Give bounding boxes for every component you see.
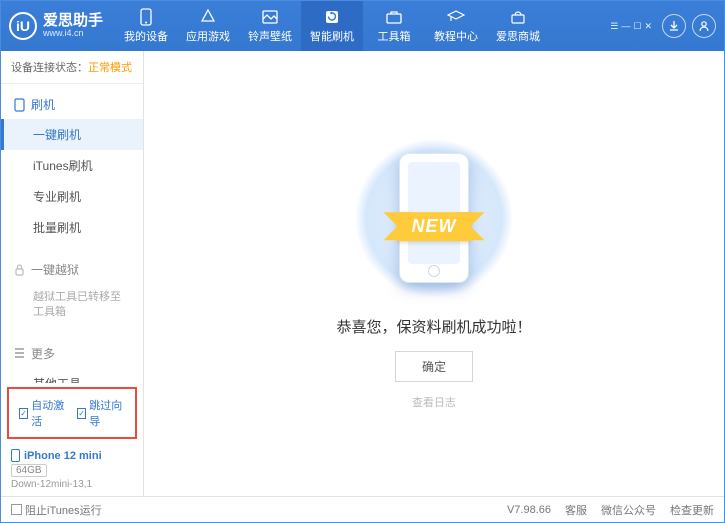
ok-button[interactable]: 确定 bbox=[395, 351, 473, 382]
lock-icon bbox=[13, 264, 25, 276]
nav-apps[interactable]: 应用游戏 bbox=[177, 1, 239, 51]
app-url: www.i4.cn bbox=[43, 29, 103, 39]
refresh-icon bbox=[323, 8, 341, 26]
nav-ringtone[interactable]: 铃声壁纸 bbox=[239, 1, 301, 51]
new-ribbon: NEW bbox=[398, 212, 471, 241]
section-more: 更多 其他工具 下载固件 高级功能 bbox=[1, 333, 143, 383]
checkbox-label: 跳过向导 bbox=[89, 397, 125, 429]
checkbox-icon bbox=[11, 504, 22, 515]
logo-icon: iU bbox=[9, 12, 37, 40]
auto-activate-checkbox[interactable]: ✓自动激活 bbox=[19, 397, 67, 429]
section-title: 一键越狱 bbox=[31, 261, 79, 278]
logo-block: iU 爱思助手 www.i4.cn bbox=[9, 12, 115, 40]
sidebar-item-itunes[interactable]: iTunes刷机 bbox=[1, 150, 143, 181]
nav-label: 教程中心 bbox=[434, 28, 478, 44]
nav-label: 工具箱 bbox=[378, 28, 411, 44]
jailbreak-note: 越狱工具已转移至工具箱 bbox=[1, 284, 143, 327]
checkbox-label: 阻止iTunes运行 bbox=[25, 502, 102, 518]
nav-label: 智能刷机 bbox=[310, 28, 354, 44]
nav-flash[interactable]: 智能刷机 bbox=[301, 1, 363, 51]
app-name: 爱思助手 bbox=[43, 13, 103, 30]
success-illustration: NEW bbox=[354, 138, 514, 298]
window-controls: ☰ — ☐ ✕ bbox=[610, 14, 716, 38]
wallpaper-icon bbox=[261, 8, 279, 26]
main-content: NEW 恭喜您，保资料刷机成功啦！ 确定 查看日志 bbox=[144, 51, 724, 496]
check-update-link[interactable]: 检查更新 bbox=[670, 502, 714, 518]
firmware-line: Down-12mini-13,1 bbox=[11, 479, 133, 490]
nav-label: 我的设备 bbox=[124, 28, 168, 44]
status-label: 设备连接状态： bbox=[11, 62, 88, 74]
version-label: V7.98.66 bbox=[507, 504, 551, 516]
nav-tutorial[interactable]: 教程中心 bbox=[425, 1, 487, 51]
wechat-link[interactable]: 微信公众号 bbox=[601, 502, 656, 518]
app-window: iU 爱思助手 www.i4.cn 我的设备 应用游戏 铃声壁纸 智能刷机 工具… bbox=[0, 0, 725, 523]
phone-icon bbox=[137, 8, 155, 26]
nav-toolbox[interactable]: 工具箱 bbox=[363, 1, 425, 51]
toolbox-icon bbox=[385, 8, 403, 26]
section-title: 刷机 bbox=[31, 96, 55, 113]
nav-label: 铃声壁纸 bbox=[248, 28, 292, 44]
footer: 阻止iTunes运行 V7.98.66 客服 微信公众号 检查更新 bbox=[1, 496, 724, 522]
section-jailbreak: 一键越狱 越狱工具已转移至工具箱 bbox=[1, 249, 143, 333]
device-panel[interactable]: iPhone 12 mini 64GB Down-12mini-13,1 bbox=[1, 443, 143, 496]
skip-guide-checkbox[interactable]: ✓跳过向导 bbox=[77, 397, 125, 429]
nav-my-device[interactable]: 我的设备 bbox=[115, 1, 177, 51]
store-icon bbox=[509, 8, 527, 26]
nav-label: 爱思商城 bbox=[496, 28, 540, 44]
sidebar-item-pro[interactable]: 专业刷机 bbox=[1, 181, 143, 212]
section-title: 更多 bbox=[31, 345, 55, 362]
download-icon[interactable] bbox=[662, 14, 686, 38]
storage-badge: 64GB bbox=[11, 464, 47, 477]
menu-icon[interactable]: ☰ bbox=[610, 21, 618, 32]
section-more-header[interactable]: 更多 bbox=[1, 339, 143, 368]
checkbox-icon: ✓ bbox=[77, 408, 86, 419]
customer-service-link[interactable]: 客服 bbox=[565, 502, 587, 518]
sidebar-item-oneclick[interactable]: 一键刷机 bbox=[1, 119, 143, 150]
minimize-icon[interactable]: — bbox=[621, 21, 630, 32]
tutorial-icon bbox=[447, 8, 465, 26]
menu-lines-icon bbox=[13, 347, 25, 359]
status-value: 正常模式 bbox=[88, 62, 132, 74]
block-itunes-checkbox[interactable]: 阻止iTunes运行 bbox=[11, 502, 102, 518]
device-name: iPhone 12 mini bbox=[11, 449, 133, 462]
connection-status: 设备连接状态：正常模式 bbox=[1, 51, 143, 84]
main-nav: 我的设备 应用游戏 铃声壁纸 智能刷机 工具箱 教程中心 爱思商城 bbox=[115, 1, 610, 51]
section-flash-header[interactable]: 刷机 bbox=[1, 90, 143, 119]
close-icon[interactable]: ✕ bbox=[644, 21, 652, 32]
user-icon[interactable] bbox=[692, 14, 716, 38]
success-message: 恭喜您，保资料刷机成功啦！ bbox=[336, 316, 531, 337]
body: 设备连接状态：正常模式 刷机 一键刷机 iTunes刷机 专业刷机 批量刷机 一… bbox=[1, 51, 724, 496]
titlebar: iU 爱思助手 www.i4.cn 我的设备 应用游戏 铃声壁纸 智能刷机 工具… bbox=[1, 1, 724, 51]
apps-icon bbox=[199, 8, 217, 26]
sidebar: 设备连接状态：正常模式 刷机 一键刷机 iTunes刷机 专业刷机 批量刷机 一… bbox=[1, 51, 144, 496]
flash-icon bbox=[13, 99, 25, 111]
nav-label: 应用游戏 bbox=[186, 28, 230, 44]
nav-store[interactable]: 爱思商城 bbox=[487, 1, 549, 51]
section-flash: 刷机 一键刷机 iTunes刷机 专业刷机 批量刷机 bbox=[1, 84, 143, 249]
checkbox-icon: ✓ bbox=[19, 408, 28, 419]
section-jailbreak-header: 一键越狱 bbox=[1, 255, 143, 284]
maximize-icon[interactable]: ☐ bbox=[633, 21, 641, 32]
sidebar-item-other[interactable]: 其他工具 bbox=[1, 368, 143, 383]
options-row: ✓自动激活 ✓跳过向导 bbox=[7, 387, 137, 439]
checkbox-label: 自动激活 bbox=[31, 397, 67, 429]
sidebar-item-batch[interactable]: 批量刷机 bbox=[1, 212, 143, 243]
view-log-link[interactable]: 查看日志 bbox=[412, 394, 456, 410]
mini-controls: ☰ — ☐ ✕ bbox=[610, 21, 652, 32]
